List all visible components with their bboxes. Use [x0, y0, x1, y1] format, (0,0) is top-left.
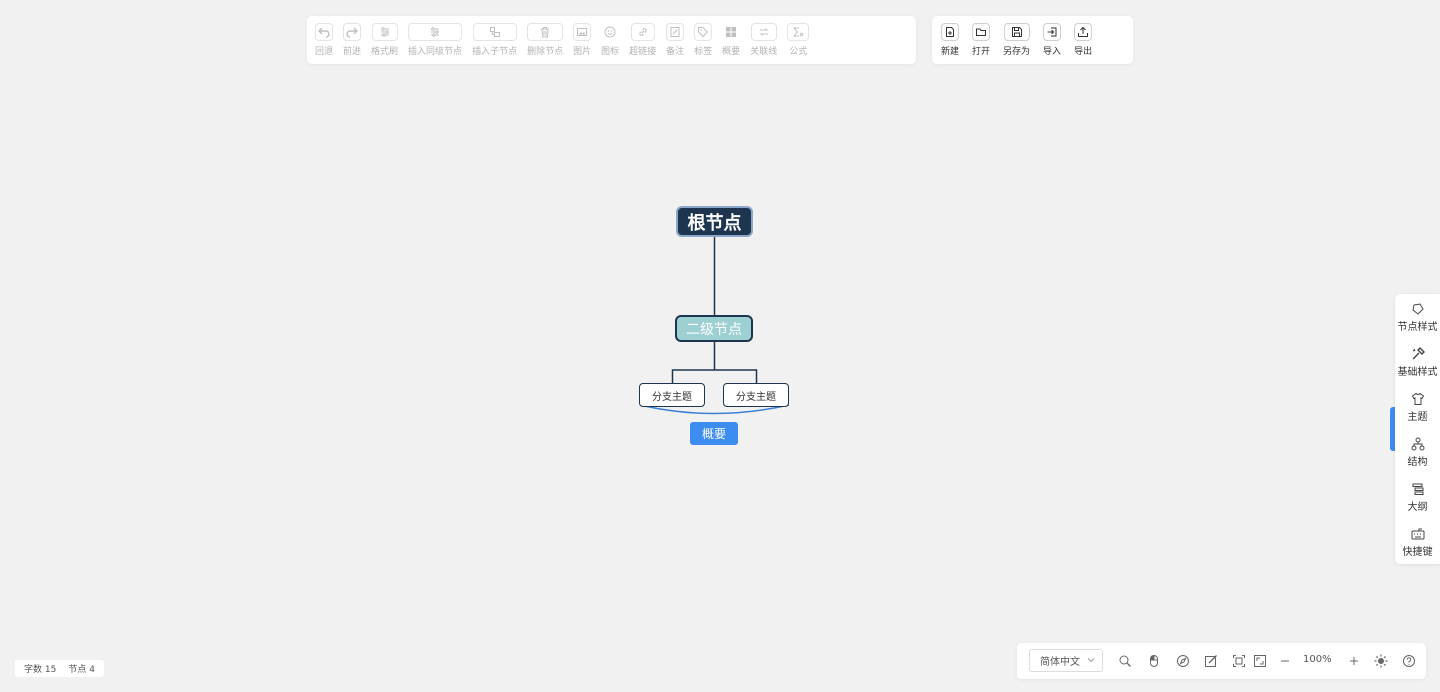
- zoom-level: 100%: [1303, 654, 1332, 665]
- side-item-theme[interactable]: 主题: [1395, 392, 1440, 423]
- node-count-value: 4: [89, 665, 95, 675]
- word-count-label: 字数: [24, 665, 43, 675]
- side-panel: 节点样式 基础样式 主题 结构 大纲 快捷键: [1395, 294, 1440, 564]
- theme-shirt-icon: [1411, 392, 1424, 405]
- side-item-label: 节点样式: [1397, 322, 1438, 333]
- mouse-icon[interactable]: [1147, 654, 1161, 668]
- summary-node[interactable]: 概要: [690, 422, 738, 445]
- second-to-branches-line: [671, 342, 758, 383]
- side-item-node-style[interactable]: 节点样式: [1395, 302, 1440, 333]
- side-item-base-style[interactable]: 基础样式: [1395, 347, 1440, 378]
- branch-topic-node[interactable]: 分支主题: [723, 383, 789, 407]
- fit-screen-icon[interactable]: [1232, 654, 1246, 668]
- side-item-label: 基础样式: [1397, 367, 1438, 378]
- root-node[interactable]: 根节点: [676, 206, 753, 237]
- side-item-structure[interactable]: 结构: [1395, 437, 1440, 468]
- keyboard-icon: [1411, 528, 1424, 540]
- word-count: 字数 15: [24, 662, 56, 675]
- node-count: 节点 4: [68, 662, 95, 675]
- mindmap-canvas: [639, 237, 790, 415]
- branch-topic-node[interactable]: 分支主题: [639, 383, 705, 407]
- base-style-icon: [1412, 347, 1425, 360]
- structure-icon: [1411, 437, 1424, 451]
- theme-sun-icon[interactable]: [1374, 654, 1388, 668]
- side-item-outline[interactable]: 大纲: [1395, 482, 1440, 513]
- search-icon[interactable]: [1118, 654, 1132, 668]
- chevron-down-icon: [1087, 658, 1095, 663]
- stats-bar: 字数 15 节点 4: [15, 660, 104, 677]
- second-level-node[interactable]: 二级节点: [675, 315, 753, 342]
- side-item-label: 主题: [1407, 412, 1428, 423]
- side-item-shortcuts[interactable]: 快捷键: [1395, 527, 1440, 558]
- side-item-label: 结构: [1407, 457, 1428, 468]
- help-icon[interactable]: [1402, 654, 1416, 668]
- language-select[interactable]: 简体中文: [1029, 649, 1103, 672]
- language-value: 简体中文: [1040, 657, 1080, 668]
- fullscreen-icon[interactable]: [1253, 654, 1267, 668]
- node-count-label: 节点: [68, 665, 87, 675]
- navigator-bar: 简体中文 100%: [1017, 643, 1426, 679]
- side-item-label: 快捷键: [1402, 547, 1433, 558]
- zoom-in-icon[interactable]: [1347, 654, 1361, 668]
- word-count-value: 15: [44, 665, 57, 675]
- node-style-icon: [1411, 303, 1424, 315]
- edit-icon[interactable]: [1204, 654, 1218, 668]
- side-item-label: 大纲: [1407, 502, 1428, 513]
- outline-icon: [1412, 483, 1423, 495]
- compass-icon[interactable]: [1176, 654, 1190, 668]
- zoom-out-icon[interactable]: [1278, 654, 1292, 668]
